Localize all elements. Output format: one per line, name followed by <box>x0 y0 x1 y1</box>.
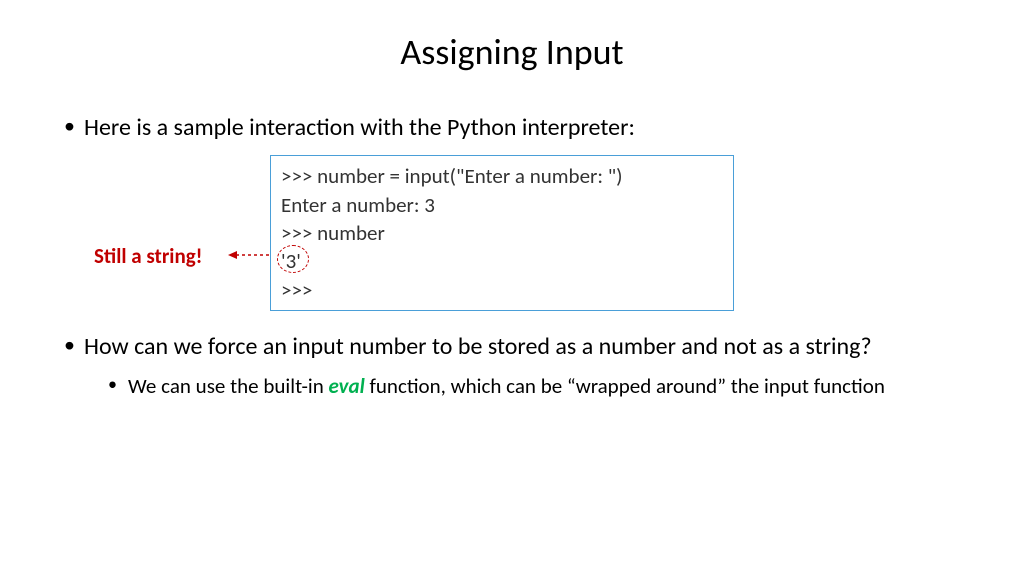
arrow-icon <box>228 248 274 262</box>
code-region: Still a string! >>> number = input("Ente… <box>270 155 964 311</box>
code-line-3: >>> number <box>281 219 723 247</box>
sub-bullet-list: We can use the built-in eval function, w… <box>84 372 964 400</box>
code-line-4: '3' <box>281 247 723 275</box>
callout-arrow <box>228 254 268 256</box>
sub-text-pre: We can use the built-in <box>128 373 328 399</box>
eval-keyword: eval <box>328 373 364 399</box>
slide: Assigning Input Here is a sample interac… <box>0 0 1024 576</box>
code-line-5: >>> <box>281 276 723 304</box>
bullet-item-2: How can we force an input number to be s… <box>60 331 964 401</box>
code-box: >>> number = input("Enter a number: ") E… <box>270 155 734 311</box>
bullet-item-1: Here is a sample interaction with the Py… <box>60 112 964 143</box>
bullet-2-text: How can we force an input number to be s… <box>84 332 872 361</box>
bullet-list-2: How can we force an input number to be s… <box>60 331 964 401</box>
sub-text-post: function, which can be “wrapped around” … <box>365 373 885 399</box>
code-highlight-string: '3' <box>281 247 301 275</box>
code-line-2: Enter a number: 3 <box>281 191 723 219</box>
callout-label: Still a string! <box>94 243 203 269</box>
sub-bullet-item: We can use the built-in eval function, w… <box>84 372 964 400</box>
bullet-list: Here is a sample interaction with the Py… <box>60 112 964 143</box>
slide-title: Assigning Input <box>60 30 964 74</box>
code-line-1: >>> number = input("Enter a number: ") <box>281 162 723 190</box>
